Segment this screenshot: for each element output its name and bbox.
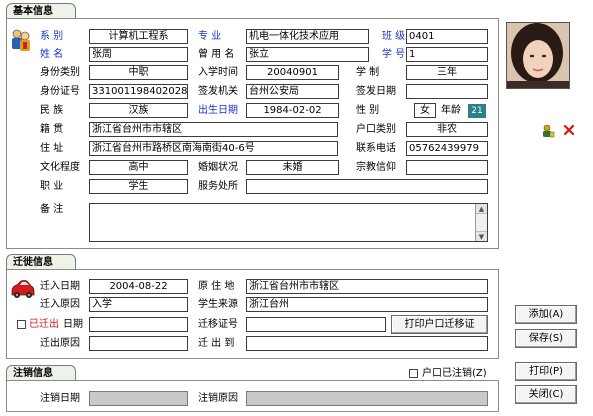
print-transfer-cert-button[interactable]: 打印户口迁移证 — [391, 315, 488, 334]
cancel-date-label: 注销日期 — [40, 393, 80, 404]
hukou-type-field[interactable]: 非农 — [406, 122, 488, 137]
marital-label: 婚姻状况 — [198, 162, 238, 173]
schooling-label: 学 制 — [356, 67, 380, 78]
issuer-label: 签发机关 — [198, 86, 238, 97]
source-label: 学生来源 — [198, 299, 238, 310]
origin-field[interactable]: 浙江省台州市市辖区 — [246, 279, 488, 294]
moved-out-checkbox[interactable] — [17, 320, 26, 329]
in-date-label: 迁入日期 — [40, 281, 80, 292]
dept-label: 系 别 — [40, 31, 64, 42]
former-name-field[interactable]: 张立 — [246, 47, 369, 62]
out-reason-field[interactable] — [89, 336, 188, 351]
moved-out-label: 已迁出 — [29, 319, 59, 330]
phone-field[interactable]: 05762439979 — [406, 141, 488, 156]
add-button[interactable]: 添加(A) — [515, 305, 577, 324]
occupation-field[interactable]: 学生 — [89, 179, 188, 194]
marital-field[interactable]: 未婚 — [246, 160, 339, 175]
cancel-date-field[interactable] — [89, 391, 188, 406]
enroll-field[interactable]: 20040901 — [246, 65, 339, 80]
gender-label: 性 别 — [356, 105, 380, 116]
phone-label: 联系电话 — [356, 143, 396, 154]
birth-label: 出生日期 — [198, 105, 238, 116]
print-button[interactable]: 打印(P) — [515, 362, 577, 381]
cancel-reason-label: 注销原因 — [198, 393, 238, 404]
former-name-label: 曾 用 名 — [198, 49, 235, 60]
issue-date-label: 签发日期 — [356, 86, 396, 97]
education-label: 文化程度 — [40, 162, 80, 173]
red-x-icon[interactable] — [563, 124, 575, 136]
name-field[interactable]: 张周 — [89, 47, 188, 62]
out-date-field[interactable] — [89, 317, 188, 332]
cert-no-label: 迁移证号 — [198, 319, 238, 330]
student-no-field[interactable]: 1 — [406, 47, 488, 62]
hukou-cancelled-label: 户口已注销(Z) — [422, 368, 487, 379]
people-group-icon — [9, 28, 33, 54]
hukou-type-label: 户口类别 — [356, 124, 396, 135]
remark-textarea[interactable] — [89, 203, 488, 242]
id-type-label: 身份类别 — [40, 67, 80, 78]
out-reason-label: 迁出原因 — [40, 338, 80, 349]
age-badge: 21 — [468, 104, 486, 118]
birth-field[interactable]: 1984-02-02 — [246, 103, 339, 118]
address-label: 住 址 — [40, 143, 64, 154]
out-date-label: 日期 — [63, 319, 83, 330]
in-reason-field[interactable]: 入学 — [89, 297, 188, 312]
religion-field[interactable] — [406, 160, 488, 175]
id-no-field[interactable]: 331001198402028883 — [89, 84, 188, 99]
id-type-field[interactable]: 中职 — [89, 65, 188, 80]
out-to-label: 迁 出 到 — [198, 338, 235, 349]
native-field[interactable]: 浙江省台州市市辖区 — [89, 122, 338, 137]
origin-label: 原 住 地 — [198, 281, 235, 292]
major-label: 专 业 — [198, 31, 222, 42]
ethnic-field[interactable]: 汉族 — [89, 103, 188, 118]
section-tab-cancel: 注销信息 — [6, 365, 76, 381]
out-to-field[interactable] — [246, 336, 488, 351]
ethnic-label: 民 族 — [40, 105, 64, 116]
cancel-reason-field[interactable] — [246, 391, 488, 406]
religion-label: 宗教信仰 — [356, 162, 396, 173]
id-no-label: 身份证号 — [40, 86, 80, 97]
in-date-field[interactable]: 2004-08-22 — [89, 279, 188, 294]
occupation-label: 职 业 — [40, 181, 64, 192]
section-tab-transfer: 迁徙信息 — [6, 254, 76, 270]
dept-field[interactable]: 计算机工程系 — [89, 29, 188, 44]
close-button[interactable]: 关闭(C) — [515, 385, 577, 404]
cert-no-field[interactable] — [246, 317, 386, 332]
in-reason-label: 迁入原因 — [40, 299, 80, 310]
section-tab-basic: 基本信息 — [6, 3, 76, 19]
save-button[interactable]: 保存(S) — [515, 329, 577, 348]
major-field[interactable]: 机电一体化技术应用 — [246, 29, 369, 44]
age-label: 年龄 — [441, 105, 461, 116]
name-label: 姓 名 — [40, 49, 64, 60]
remark-scrollbar[interactable]: ▲ ▼ — [475, 204, 487, 241]
hukou-cancelled-checkbox[interactable] — [409, 369, 418, 378]
red-car-icon — [9, 278, 35, 300]
remark-label: 备 注 — [40, 204, 64, 215]
source-field[interactable]: 浙江台州 — [246, 297, 488, 312]
enroll-label: 入学时间 — [198, 67, 238, 78]
class-label: 班 级 — [382, 31, 406, 42]
class-field[interactable]: 0401 — [406, 29, 488, 44]
issue-date-field[interactable] — [406, 84, 488, 99]
student-no-label: 学 号 — [382, 49, 406, 60]
user-tool-icon[interactable] — [541, 124, 555, 138]
workplace-field[interactable] — [246, 179, 488, 194]
student-photo — [506, 22, 570, 89]
education-field[interactable]: 高中 — [89, 160, 188, 175]
workplace-label: 服务处所 — [198, 181, 238, 192]
gender-field[interactable]: 女 — [414, 103, 436, 118]
address-field[interactable]: 浙江省台州市路桥区南海南街40-6号 — [89, 141, 338, 156]
schooling-field[interactable]: 三年 — [406, 65, 488, 80]
native-label: 籍 贯 — [40, 124, 64, 135]
issuer-field[interactable]: 台州公安局 — [246, 84, 339, 99]
